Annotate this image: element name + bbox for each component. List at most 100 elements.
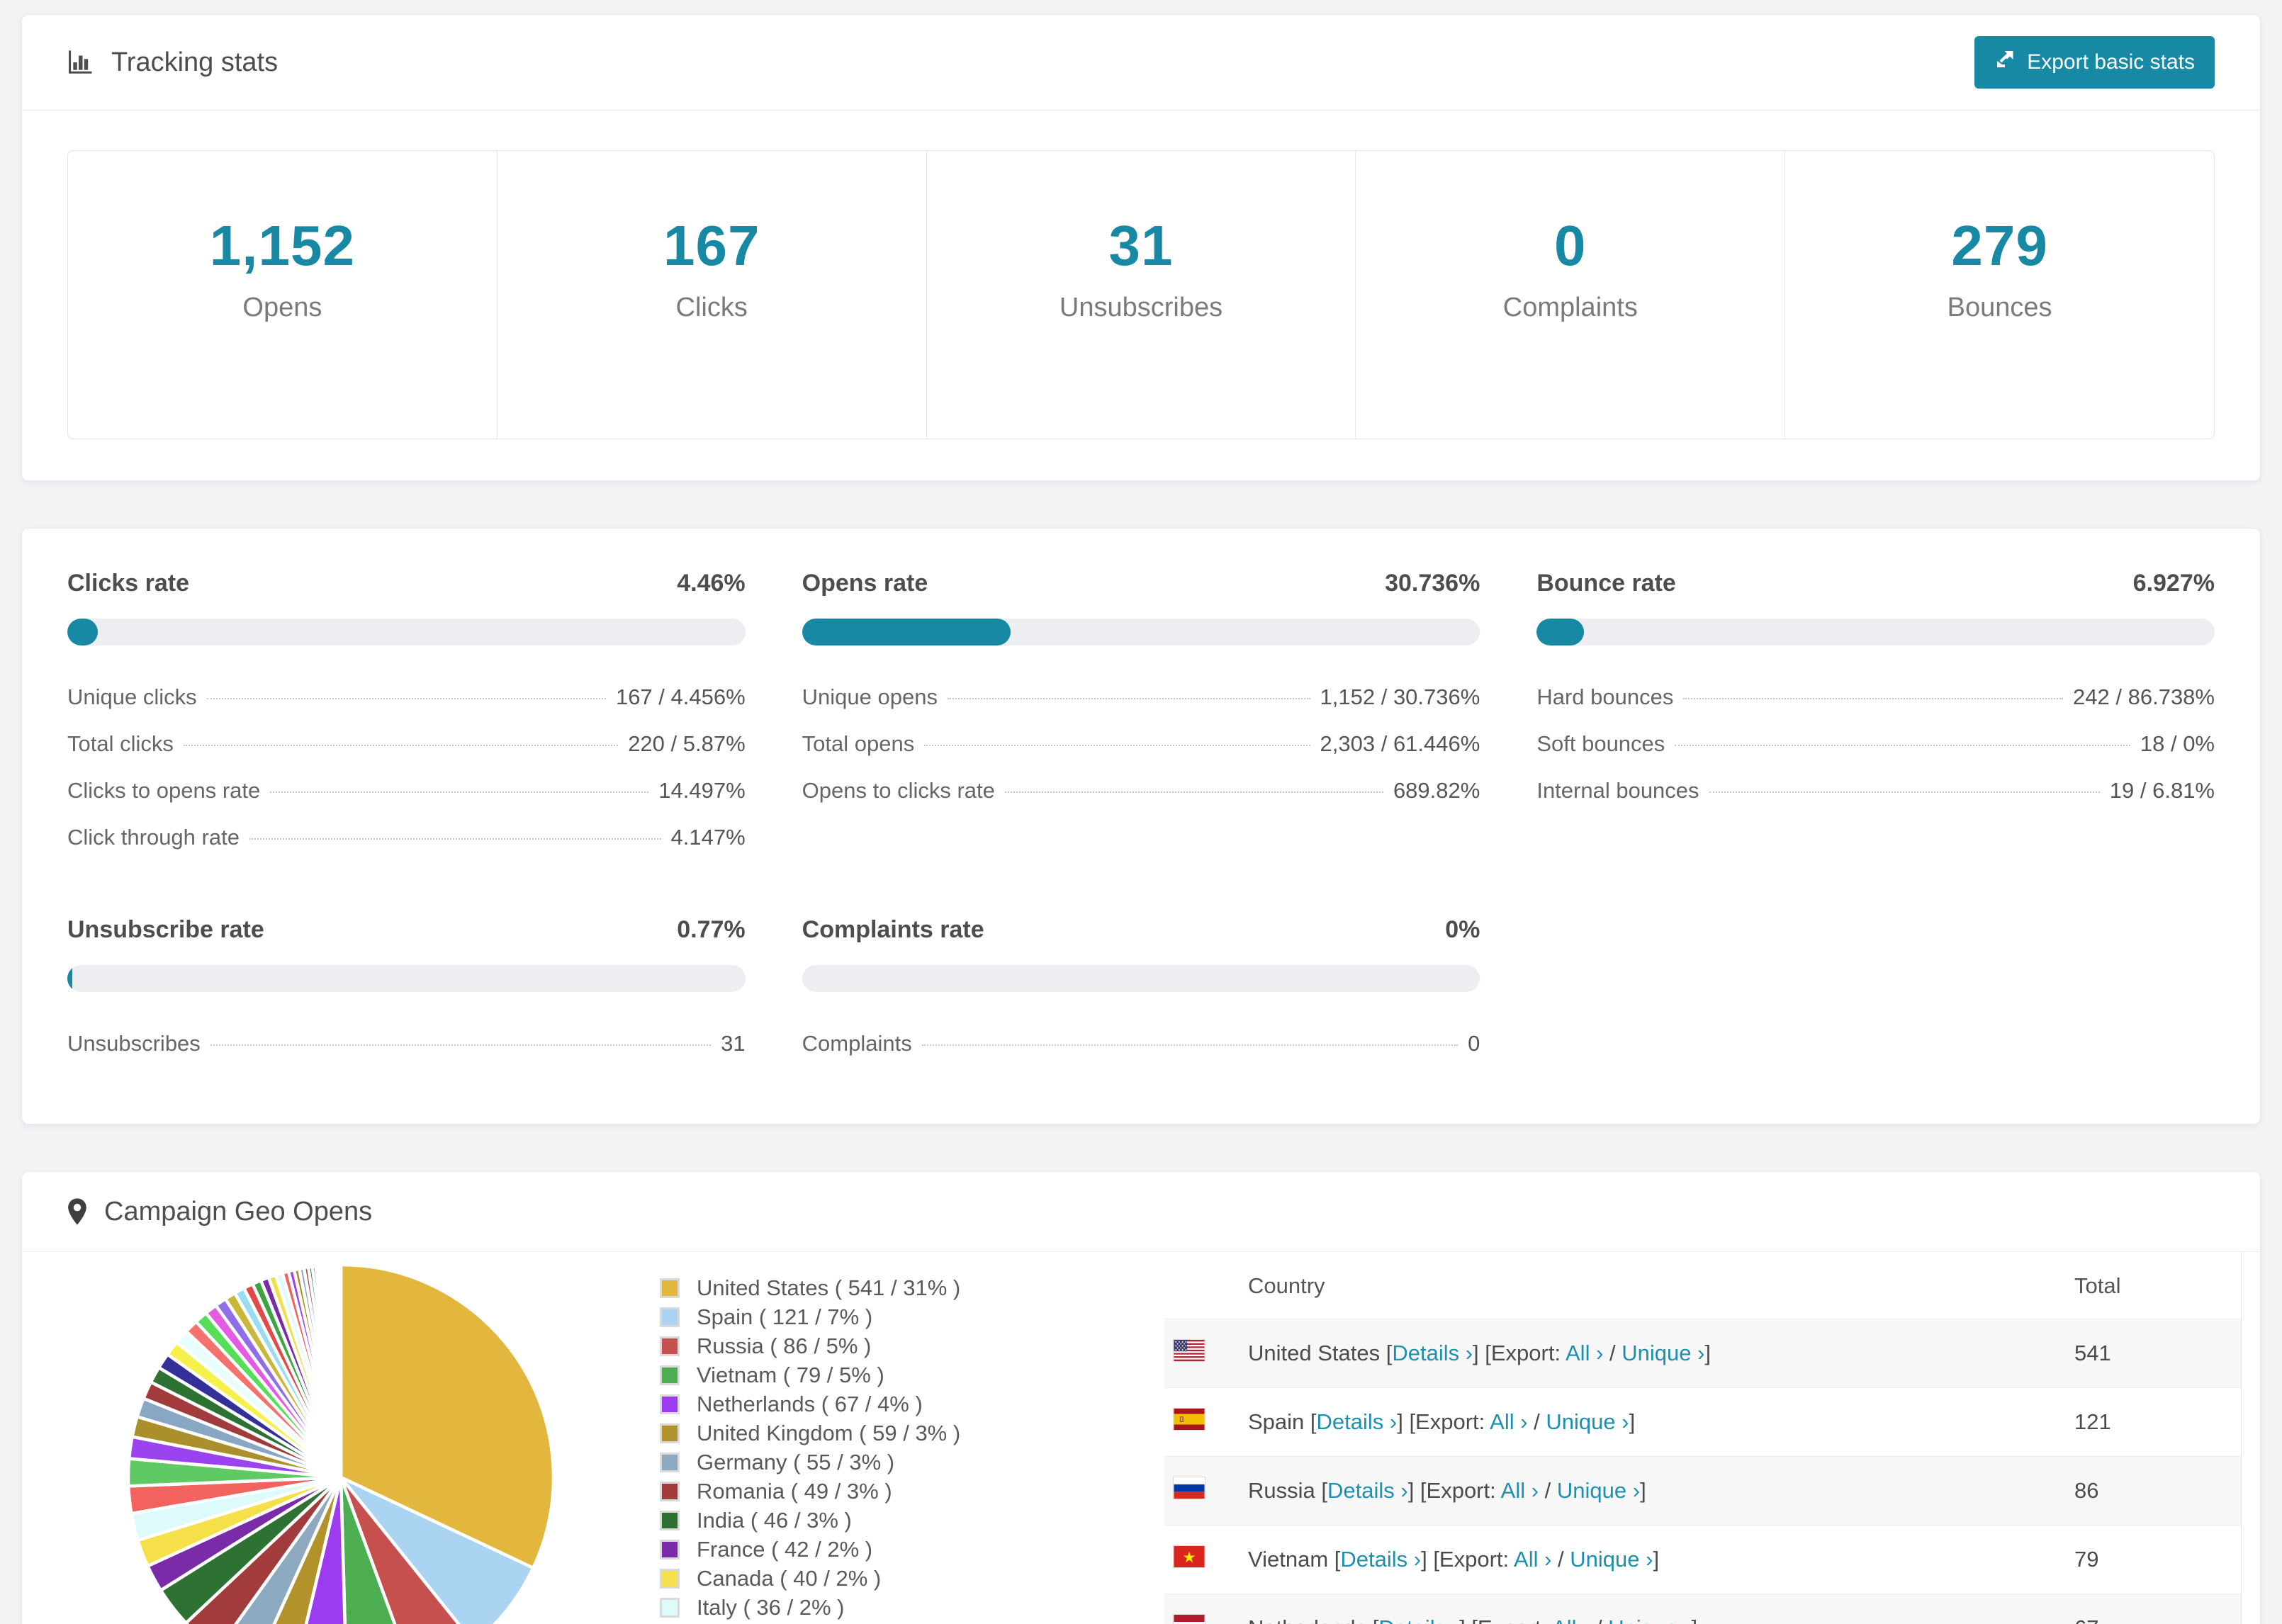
legend-item-united-states[interactable]: United States ( 541 / 31% ) (660, 1273, 960, 1302)
rate-value: 4.46% (677, 570, 746, 597)
stat-row-value: 220 / 5.87% (628, 731, 746, 756)
bracket: ] (1704, 1341, 1712, 1365)
dotted-leader (206, 698, 606, 699)
stat-row-label: Clicks to opens rate (67, 778, 261, 803)
rates-grid: Clicks rate 4.46% Unique clicks 167 / 4.456… (22, 529, 2260, 1124)
details-link[interactable]: Details › (1392, 1341, 1473, 1365)
export-unique-link[interactable]: Unique › (1557, 1478, 1640, 1503)
export-all-link[interactable]: All › (1566, 1341, 1603, 1365)
dotted-leader (1004, 791, 1383, 793)
stat-row-value: 31 (721, 1031, 746, 1056)
stat-row-value: 242 / 86.738% (2073, 684, 2215, 709)
stat-row-value: 4.147% (670, 825, 746, 850)
stat-row-label: Internal bounces (1536, 778, 1699, 803)
export-all-link[interactable]: All › (1514, 1547, 1551, 1572)
dotted-leader (210, 1044, 712, 1046)
export-unique-link[interactable]: Unique › (1546, 1409, 1629, 1434)
flag-cell (1164, 1594, 1234, 1624)
rate-head: Bounce rate 6.927% (1536, 570, 2215, 597)
geo-opens-header: Campaign Geo Opens (22, 1172, 2260, 1251)
stat-row-label: Hard bounces (1536, 684, 1674, 709)
stat-row-label: Total clicks (67, 731, 174, 756)
location-pin-icon (67, 1198, 87, 1225)
summary-cell-unsubscribes: 31 Unsubscribes (926, 151, 1356, 439)
stat-row: Clicks to opens rate 14.497% (67, 767, 746, 814)
stat-row-value: 2,303 / 61.446% (1320, 731, 1480, 756)
summary-label: Opens (242, 293, 322, 322)
rate-rows: Unique clicks 167 / 4.456% Total clicks 220… (67, 674, 746, 861)
rate-title: Opens rate (802, 570, 928, 597)
country-name: Russia [ (1248, 1478, 1327, 1503)
stat-row: Complaints 0 (802, 1020, 1480, 1067)
legend-item-italy[interactable]: Italy ( 36 / 2% ) (660, 1593, 960, 1622)
legend-label: United Kingdom ( 59 / 3% ) (697, 1420, 961, 1445)
legend-swatch (660, 1568, 680, 1589)
flag-cell (1164, 1456, 1234, 1526)
export-basic-stats-button[interactable]: Export basic stats (1974, 36, 2215, 89)
rate-rows: Complaints 0 (802, 1020, 1480, 1067)
legend-item-france[interactable]: France ( 42 / 2% ) (660, 1535, 960, 1564)
legend-label: Italy ( 36 / 2% ) (697, 1594, 845, 1620)
legend-item-romania[interactable]: Romania ( 49 / 3% ) (660, 1477, 960, 1506)
legend-swatch (660, 1597, 680, 1618)
bracket: ] (1640, 1478, 1646, 1503)
details-link[interactable]: Details › (1378, 1615, 1459, 1624)
stat-row: Opens to clicks rate 689.82% (802, 767, 1480, 814)
geo-opens-title-label: Campaign Geo Opens (104, 1196, 373, 1227)
export-all-link[interactable]: All › (1552, 1615, 1590, 1624)
legend-item-vietnam[interactable]: Vietnam ( 79 / 5% ) (660, 1360, 960, 1389)
rate-rows: Hard bounces 242 / 86.738% Soft bounces 18 … (1536, 674, 2215, 814)
geo-pie-chart[interactable] (121, 1258, 561, 1624)
progress-fill (1536, 619, 1584, 645)
legend-swatch (660, 1365, 680, 1385)
legend-item-india[interactable]: India ( 46 / 3% ) (660, 1506, 960, 1535)
summary-value: 0 (1554, 214, 1587, 277)
details-link[interactable]: Details › (1317, 1409, 1398, 1434)
stat-row: Unsubscribes 31 (67, 1020, 746, 1067)
stat-row-label: Unsubscribes (67, 1031, 201, 1056)
geo-opens-title: Campaign Geo Opens (67, 1197, 372, 1227)
stat-row-label: Unique clicks (67, 684, 197, 709)
netherlands-flag-icon (1173, 1614, 1205, 1624)
stat-row: Total clicks 220 / 5.87% (67, 721, 746, 767)
summary-cell-clicks: 167 Clicks (496, 151, 926, 439)
summary-value: 31 (1108, 214, 1174, 277)
legend-item-united-kingdom[interactable]: United Kingdom ( 59 / 3% ) (660, 1419, 960, 1448)
geo-table-header-row: Country Total (1164, 1252, 2241, 1319)
rate-rows: Unique opens 1,152 / 30.736% Total opens 2,… (802, 674, 1480, 814)
legend-item-spain[interactable]: Spain ( 121 / 7% ) (660, 1302, 960, 1331)
dotted-leader (1683, 698, 2064, 699)
export-unique-link[interactable]: Unique › (1570, 1547, 1653, 1572)
details-link[interactable]: Details › (1340, 1547, 1421, 1572)
export-unique-link[interactable]: Unique › (1608, 1615, 1691, 1624)
legend-swatch (660, 1394, 680, 1414)
country-cell: Russia [Details ›] [Export: All › / Uniq… (1234, 1456, 2060, 1526)
stat-row: Unique opens 1,152 / 30.736% (802, 674, 1480, 721)
legend-label: Romania ( 49 / 3% ) (697, 1478, 892, 1504)
rate-rows: Unsubscribes 31 (67, 1020, 746, 1067)
legend-swatch (660, 1336, 680, 1356)
legend-item-netherlands[interactable]: Netherlands ( 67 / 4% ) (660, 1389, 960, 1419)
rate-value: 0% (1445, 916, 1480, 943)
legend-swatch (660, 1481, 680, 1501)
rate-value: 30.736% (1385, 570, 1480, 597)
legend-item-germany[interactable]: Germany ( 55 / 3% ) (660, 1448, 960, 1477)
export-unique-link[interactable]: Unique › (1621, 1341, 1704, 1365)
country-cell: Spain [Details ›] [Export: All › / Uniqu… (1234, 1387, 2060, 1457)
tracking-stats-header: Tracking stats Export basic stats (22, 15, 2260, 110)
total-cell: 86 (2060, 1456, 2241, 1526)
stat-row-label: Unique opens (802, 684, 938, 709)
dotted-leader (921, 1044, 1458, 1046)
dotted-leader (1709, 791, 2100, 793)
tracking-stats-card: Tracking stats Export basic stats 1,152 O… (21, 14, 2261, 481)
export-all-link[interactable]: All › (1501, 1478, 1539, 1503)
legend-item-russia[interactable]: Russia ( 86 / 5% ) (660, 1331, 960, 1360)
separator: / (1551, 1547, 1570, 1572)
bracket: ] (1629, 1409, 1636, 1434)
country-cell: Netherlands [Details ›] [Export: All › /… (1234, 1594, 2060, 1624)
page: Tracking stats Export basic stats 1,152 O… (0, 0, 2282, 1624)
legend-item-canada[interactable]: Canada ( 40 / 2% ) (660, 1564, 960, 1593)
separator: / (1527, 1409, 1546, 1434)
details-link[interactable]: Details › (1327, 1478, 1408, 1503)
export-all-link[interactable]: All › (1490, 1409, 1527, 1434)
